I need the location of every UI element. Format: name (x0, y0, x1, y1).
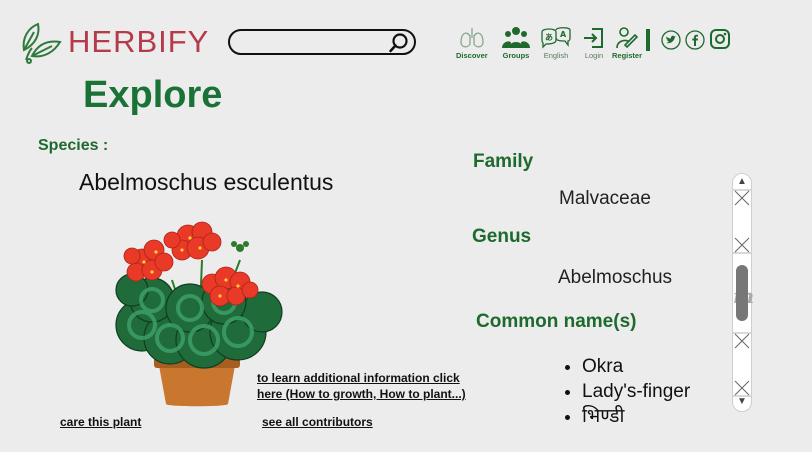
twitter-icon[interactable] (661, 30, 681, 50)
common-names-list: Okra Lady's-finger भिण्डी (562, 354, 690, 429)
nav-language-label: English (543, 51, 569, 60)
register-icon (616, 27, 639, 49)
family-value: Malvaceae (559, 188, 651, 209)
search-input[interactable] (240, 33, 394, 53)
species-label: Species : (38, 137, 109, 154)
common-name-item: Okra (582, 354, 690, 379)
brand-name: HERBIFY (68, 24, 210, 59)
family-label: Family (473, 151, 534, 172)
common-name-item: Lady's-finger (582, 379, 690, 404)
care-plant-link[interactable]: care this plant (60, 415, 141, 429)
login-icon (584, 28, 603, 48)
close-mark-icon (733, 332, 751, 349)
close-mark-icon (733, 189, 751, 206)
search-icon[interactable] (388, 32, 410, 54)
svg-text:A: A (560, 30, 567, 39)
nav-register[interactable]: Register (612, 26, 642, 60)
header-divider (646, 29, 650, 51)
close-mark-icon (733, 237, 751, 254)
page-title: Explore (83, 74, 223, 116)
contributors-link[interactable]: see all contributors (262, 415, 373, 429)
nav-register-label: Register (612, 51, 643, 60)
scrollbar-thumb[interactable] (736, 265, 748, 321)
facebook-icon[interactable] (685, 30, 705, 50)
lungs-icon (460, 28, 484, 48)
svg-text:あ: あ (545, 33, 553, 42)
translate-icon: あ A (541, 27, 571, 49)
genus-label: Genus (472, 226, 532, 247)
leaf-logo-icon (22, 22, 62, 64)
scroll-up-arrow-icon[interactable]: ▲ (737, 176, 747, 187)
scroll-down-arrow-icon[interactable]: ▼ (737, 396, 747, 407)
species-name: Abelmoschus esculentus (79, 169, 334, 195)
nav-discover-label: Discover (456, 51, 488, 60)
more-info-link[interactable]: to learn additional information click he… (257, 370, 472, 402)
close-mark-icon (733, 380, 751, 397)
genus-value: Abelmoschus (558, 267, 673, 288)
groups-icon (502, 27, 530, 48)
logo[interactable]: HERBIFY (18, 20, 209, 64)
instagram-icon[interactable] (709, 28, 731, 50)
search-box[interactable] (228, 29, 416, 55)
nav-groups-label: Groups (502, 51, 530, 60)
nav-login[interactable]: Login (582, 26, 606, 60)
common-name-item: भिण्डी (582, 404, 690, 429)
nav-login-label: Login (584, 51, 604, 60)
nav-language[interactable]: あ A English (540, 26, 572, 60)
nav-groups[interactable]: Groups (502, 26, 530, 60)
nav-discover[interactable]: Discover (456, 26, 488, 60)
common-names-label: Common name(s) (476, 311, 637, 332)
